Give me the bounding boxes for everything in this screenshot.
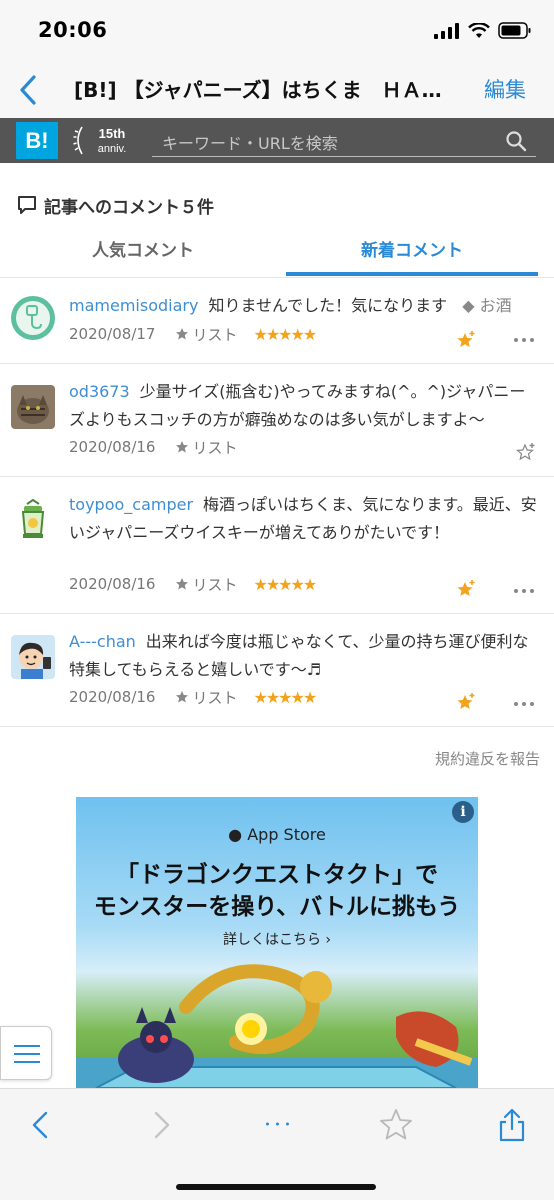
tab-popular-comments[interactable]: 人気コメント [8, 228, 278, 276]
comment-meta: 2020/08/16 リスト ★★★★★ [69, 573, 317, 595]
more-menu-button[interactable]: ･･･ [258, 1111, 298, 1147]
floating-menu-button[interactable] [0, 1026, 52, 1080]
status-bar: 20:06 [0, 0, 554, 64]
comment-date[interactable]: 2020/08/16 [69, 688, 155, 706]
add-star-icon[interactable] [456, 692, 476, 712]
search-icon[interactable] [504, 129, 528, 153]
status-icons [434, 22, 532, 39]
page-title: [B!] 【ジャパニーズ】はちくま ＨＡ… [74, 78, 442, 102]
wifi-icon [468, 22, 490, 38]
search-placeholder: キーワード・URLを検索 [162, 134, 338, 153]
ad-headline-2: モンスターを操り、バトルに挑もう [93, 894, 461, 920]
apple-icon: ● [228, 825, 243, 844]
comment-item: mamemisodiary 知りませんでした！気になります ◆ お酒 2020/0… [0, 278, 554, 364]
star-icon [176, 578, 189, 590]
advertisement-banner[interactable]: i ● App Store 「ドラゴンクエストタクト」で モンスターを操り、バト… [76, 797, 478, 1088]
hatena-search-bar: B! 15th anniv. キーワード・URLを検索 [0, 118, 554, 163]
anniversary-badge: 15th anniv. [73, 126, 127, 155]
comment-tag[interactable]: ◆ お酒 [462, 296, 511, 315]
tab-new-comments[interactable]: 新着コメント [286, 228, 538, 276]
anniversary-top: 15th [99, 126, 126, 141]
comment-message: 少量サイズ(瓶含む)やってみますね(^。^)ジャパニーズよりもスコッチの方が癖強… [69, 382, 526, 429]
comment-username[interactable]: toypoo_camper [69, 495, 193, 514]
list-label: リスト [192, 688, 238, 707]
ad-app-store-label: ● App Store [76, 825, 478, 844]
more-options-icon[interactable] [514, 587, 534, 595]
comment-message: 知りませんでした！気になります [208, 296, 448, 315]
star-rating[interactable]: ★★★★★ [253, 325, 317, 344]
nav-bar: [B!] 【ジャパニーズ】はちくま ＨＡ… 編集 [0, 64, 554, 118]
menu-line [14, 1053, 40, 1055]
star-icon [176, 691, 189, 703]
list-label: リスト [192, 325, 238, 344]
comment-item: toypoo_camper 梅酒っぽいはちくま、気になります。最近、安いジャパニー… [0, 477, 554, 614]
comment-username[interactable]: mamemisodiary [69, 296, 198, 315]
edit-button[interactable]: 編集 [484, 74, 526, 104]
comment-message: 出来れば今度は瓶じゃなくて、少量の持ち運び便利な特集してもらえると嬉しいです～♬ [69, 632, 529, 679]
share-icon[interactable] [492, 1107, 532, 1143]
ad-info-icon[interactable]: i [452, 801, 474, 823]
forward-icon[interactable] [142, 1107, 182, 1143]
comment-username[interactable]: A---chan [69, 632, 136, 651]
comment-date[interactable]: 2020/08/16 [69, 575, 155, 593]
ad-store-text: App Store [242, 825, 326, 844]
comment-item: od3673 少量サイズ(瓶含む)やってみますね(^。^)ジャパニーズよりもスコッ… [0, 364, 554, 477]
avatar[interactable] [11, 498, 55, 542]
list-button[interactable]: リスト [175, 574, 237, 595]
menu-line [14, 1045, 40, 1047]
signal-icon [434, 22, 459, 39]
speech-bubble-icon [18, 196, 36, 214]
back-chevron-icon[interactable] [14, 72, 42, 108]
comments-header: 記事へのコメント５件 [16, 190, 214, 220]
battery-icon [498, 22, 531, 39]
ad-cta-link[interactable]: 詳しくはこちら › [76, 929, 478, 949]
comment-date[interactable]: 2020/08/16 [69, 438, 155, 456]
comment-meta: 2020/08/16 リスト [69, 436, 253, 458]
ad-headline-1: 「ドラゴンクエストタクト」で [116, 862, 438, 888]
status-time: 20:06 [38, 18, 108, 42]
comment-username[interactable]: od3673 [69, 382, 130, 401]
list-button[interactable]: リスト [175, 437, 237, 458]
anniversary-bottom: anniv. [98, 143, 127, 155]
menu-line [14, 1061, 40, 1063]
star-icon [176, 328, 189, 340]
avatar[interactable] [11, 385, 55, 429]
avatar[interactable] [11, 635, 55, 679]
avatar[interactable] [11, 296, 55, 340]
star-rating[interactable]: ★★★★★ [253, 575, 317, 594]
more-options-icon[interactable] [514, 700, 534, 708]
tag-icon: ◆ [462, 296, 475, 315]
add-star-icon[interactable] [456, 330, 476, 350]
list-button[interactable]: リスト [175, 687, 237, 708]
ad-game-artwork [76, 964, 478, 1088]
add-star-icon[interactable] [456, 579, 476, 599]
comment-meta: 2020/08/17 リスト ★★★★★ [69, 323, 317, 345]
list-label: リスト [192, 575, 238, 594]
comment-text: toypoo_camper 梅酒っぽいはちくま、気になります。最近、安いジャパニー… [69, 491, 540, 547]
favorite-star-icon[interactable] [376, 1107, 416, 1143]
star-icon [176, 441, 189, 453]
comment-text: od3673 少量サイズ(瓶含む)やってみますね(^。^)ジャパニーズよりもスコッ… [69, 378, 540, 434]
report-violation-link[interactable]: 規約違反を報告 [435, 748, 540, 769]
list-button[interactable]: リスト [175, 324, 237, 345]
star-rating[interactable]: ★★★★★ [253, 688, 317, 707]
hatena-logo[interactable]: B! [16, 122, 58, 159]
home-indicator [176, 1184, 376, 1190]
comment-text: A---chan 出来れば今度は瓶じゃなくて、少量の持ち運び便利な特集してもらえる… [69, 628, 540, 684]
comment-tabs: 人気コメント 新着コメント [0, 228, 554, 278]
search-input[interactable]: キーワード・URLを検索 [152, 125, 536, 157]
more-options-icon[interactable] [514, 336, 534, 344]
add-star-icon[interactable] [516, 442, 536, 462]
comment-item: A---chan 出来れば今度は瓶じゃなくて、少量の持ち運び便利な特集してもらえる… [0, 614, 554, 727]
comment-date[interactable]: 2020/08/17 [69, 325, 155, 343]
list-label: リスト [192, 438, 238, 457]
comments-count-title: 記事へのコメント５件 [44, 197, 214, 218]
bottom-toolbar: ･･･ [0, 1088, 554, 1200]
back-icon[interactable] [22, 1107, 62, 1143]
comment-meta: 2020/08/16 リスト ★★★★★ [69, 686, 317, 708]
tag-label: お酒 [479, 296, 512, 315]
comment-text: mamemisodiary 知りませんでした！気になります ◆ お酒 [69, 292, 540, 320]
